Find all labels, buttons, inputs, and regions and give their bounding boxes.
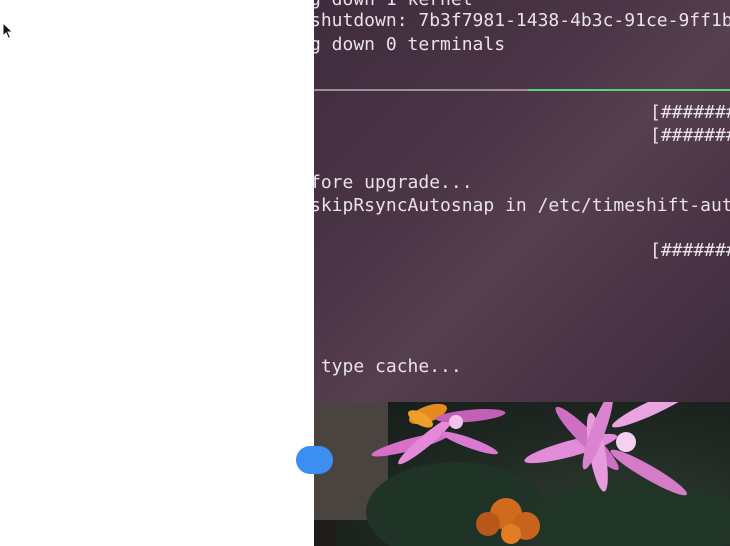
flower-image (366, 402, 730, 546)
terminal-line: type cache... (314, 356, 462, 377)
wallpaper-flowers (336, 402, 730, 546)
terminal-line: shutdown: 7b3f7981-1438-4b3c-91ce-9ff1b (314, 10, 730, 31)
progress-accent-line (528, 89, 730, 91)
mouse-pointer-icon (2, 22, 14, 40)
progress-bar-text: [####### (650, 125, 730, 146)
terminal-line: skipRsyncAutosnap in /etc/timeshift-aut (314, 195, 730, 216)
terminal-window[interactable]: g down 1 kernel shutdown: 7b3f7981-1438-… (314, 0, 730, 402)
taskbar-strip (314, 520, 336, 546)
terminal-line: fore upgrade... (314, 172, 473, 193)
progress-bar-text: [####### (650, 240, 730, 261)
progress-bar-text: [####### (650, 102, 730, 123)
blue-dot-indicator[interactable] (296, 446, 333, 474)
terminal-line: g down 0 terminals (314, 34, 506, 55)
desktop-blank-area (0, 0, 314, 546)
